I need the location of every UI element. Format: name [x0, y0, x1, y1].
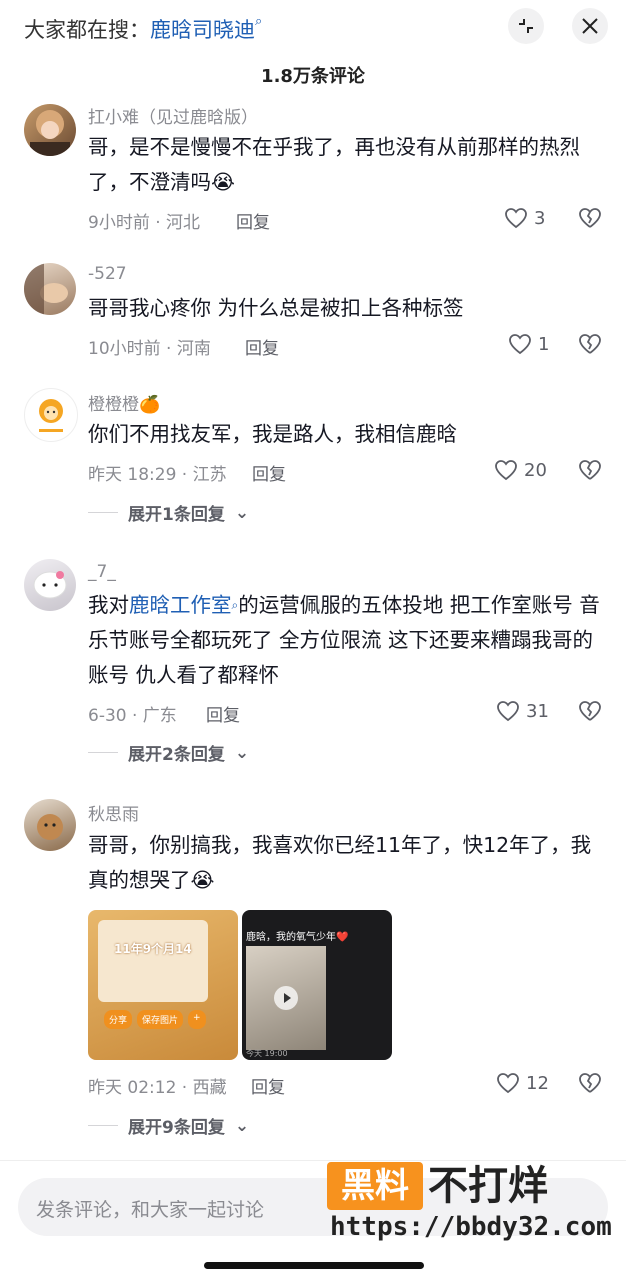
avatar[interactable] [24, 559, 76, 611]
broken-heart-icon [579, 1073, 601, 1093]
username[interactable]: 扛小难（见过鹿晗版） [88, 103, 258, 128]
username[interactable]: -527 [88, 264, 127, 284]
time-location: 6-30 · 广东 [88, 706, 177, 726]
username[interactable]: 秋思雨 [88, 800, 139, 825]
collapse-button[interactable] [508, 8, 544, 44]
like-button[interactable]: 3 [504, 207, 545, 229]
time-location: 10小时前 · 河南 [88, 339, 211, 359]
expand-replies-button[interactable]: 展开1条回复 ⌄ [88, 500, 249, 525]
heart-icon [509, 334, 531, 355]
divider-line [88, 752, 118, 753]
like-count: 31 [526, 700, 549, 722]
share-chip: 分享 [104, 1010, 133, 1029]
comment-text: 哥哥我心疼你 为什么总是被扣上各种标签 [88, 296, 464, 320]
avatar[interactable] [24, 104, 76, 156]
watermark-badge: 黑料 [327, 1162, 423, 1210]
broken-heart-icon [579, 334, 601, 354]
chevron-down-icon: ⌄ [234, 742, 250, 763]
search-icon: ⌕ [255, 14, 263, 29]
input-placeholder: 发条评论，和大家一起讨论 [36, 1199, 265, 1221]
video-caption: 鹿晗，我的氧气少年❤️ [246, 932, 349, 943]
like-button[interactable]: 12 [496, 1072, 549, 1094]
comment-text: 你们不用找友军，我是路人，我相信鹿晗 [88, 422, 457, 446]
comment-text-prefix: 我对 [88, 593, 129, 617]
close-icon [582, 18, 598, 34]
reply-button[interactable]: 回复 [236, 208, 270, 233]
broken-heart-icon [579, 460, 601, 480]
avatar[interactable] [24, 263, 76, 315]
broken-heart-icon [579, 208, 601, 228]
home-indicator [204, 1262, 424, 1269]
watermark-url: https://bbdy32.com [330, 1212, 612, 1242]
search-prefix: 大家都在搜： [24, 18, 150, 42]
dislike-button[interactable] [578, 333, 602, 359]
time-location: 昨天 02:12 · 西藏 [88, 1078, 227, 1098]
play-icon [274, 986, 298, 1010]
expand-label: 展开1条回复 [128, 505, 225, 525]
comment-image[interactable]: 11年9个月14 分享 保存图片 + [88, 910, 238, 1060]
expand-label: 展开2条回复 [128, 745, 225, 765]
dislike-button[interactable] [578, 1072, 602, 1098]
expand-label: 展开9条回复 [128, 1118, 225, 1138]
username[interactable]: _7_ [88, 562, 116, 582]
comment-text: 哥哥，你别搞我，我喜欢你已经11年了，快12年了，我真的想哭了😭 [88, 833, 592, 892]
search-suggestion[interactable]: 大家都在搜：鹿晗司晓迪⌕ [24, 14, 262, 44]
add-icon: + [188, 1010, 206, 1029]
collapse-icon [519, 19, 533, 33]
like-count: 1 [538, 333, 550, 355]
divider-line [88, 512, 118, 513]
dislike-button[interactable] [578, 207, 602, 233]
close-button[interactable] [572, 8, 608, 44]
dislike-button[interactable] [578, 700, 602, 726]
avatar[interactable] [24, 799, 76, 851]
comment-count: 1.8万条评论 [261, 66, 365, 87]
top-bar: 大家都在搜：鹿晗司晓迪⌕ [0, 0, 626, 54]
reply-button[interactable]: 回复 [206, 701, 240, 726]
video-timestamp: 今天 19:00 [246, 1049, 288, 1058]
chevron-down-icon: ⌄ [234, 1115, 250, 1136]
dislike-button[interactable] [578, 459, 602, 485]
reply-button[interactable]: 回复 [252, 460, 286, 485]
username[interactable]: 橙橙橙🍊 [88, 390, 160, 415]
broken-heart-icon [579, 701, 601, 721]
like-count: 20 [524, 459, 547, 481]
expand-replies-button[interactable]: 展开9条回复 ⌄ [88, 1113, 249, 1138]
like-count: 12 [526, 1072, 549, 1094]
comment-text: 哥，是不是慢慢不在乎我了，再也没有从前那样的热烈了，不澄清吗😭 [88, 135, 580, 194]
photo-placeholder [98, 920, 208, 1002]
like-count: 3 [534, 207, 546, 229]
image-caption: 11年9个月14 [114, 942, 192, 956]
heart-icon [497, 701, 519, 722]
search-term-link[interactable]: 鹿晗司晓迪 [150, 18, 255, 42]
like-button[interactable]: 20 [494, 459, 547, 481]
comment-text: 我对鹿晗工作室⌕的运营佩服的五体投地 把工作室账号 音乐节账号全都玩死了 全方位… [88, 588, 608, 693]
divider-line [88, 1125, 118, 1126]
time-location: 昨天 18:29 · 江苏 [88, 465, 227, 485]
mention-link[interactable]: 鹿晗工作室 [129, 593, 232, 617]
comment-video[interactable]: 鹿晗，我的氧气少年❤️ 今天 19:00 [242, 910, 392, 1060]
chevron-down-icon: ⌄ [234, 502, 250, 523]
save-image-chip: 保存图片 [137, 1010, 184, 1029]
like-button[interactable]: 31 [496, 700, 549, 722]
heart-icon [505, 208, 527, 229]
like-button[interactable]: 1 [508, 333, 549, 355]
image-toolbar: 分享 保存图片 + [104, 1010, 206, 1029]
reply-button[interactable]: 回复 [251, 1073, 285, 1098]
watermark-text: 不打烊 [428, 1163, 548, 1209]
avatar[interactable] [24, 388, 78, 442]
heart-icon [495, 460, 517, 481]
time-location: 9小时前 · 河北 [88, 213, 201, 233]
heart-icon [497, 1073, 519, 1094]
expand-replies-button[interactable]: 展开2条回复 ⌄ [88, 740, 249, 765]
reply-button[interactable]: 回复 [245, 334, 279, 359]
